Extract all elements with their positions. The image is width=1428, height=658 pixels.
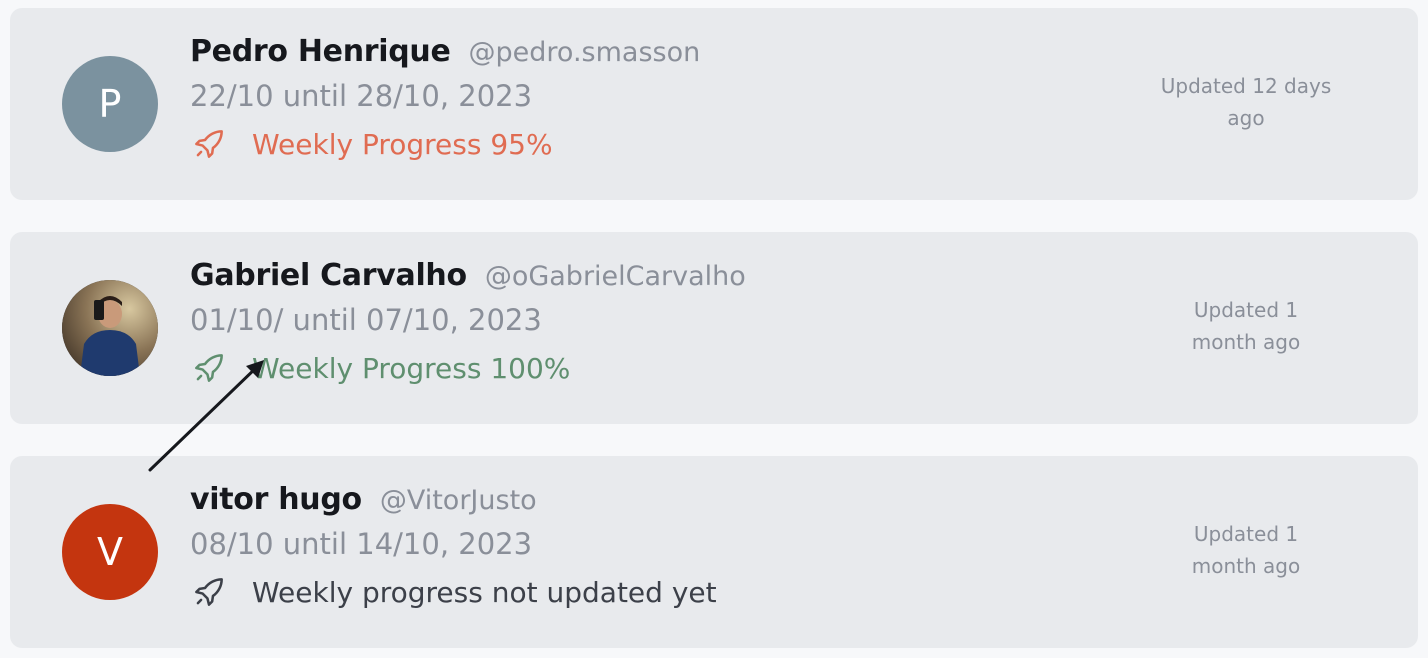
- updated-timestamp: Updated 1 month ago: [1191, 522, 1301, 578]
- rocket-icon: [195, 354, 223, 382]
- user-name: Gabriel Carvalho: [190, 258, 467, 293]
- user-handle: @oGabrielCarvalho: [484, 261, 746, 292]
- avatar-photo: [62, 280, 158, 376]
- avatar: P: [62, 56, 158, 152]
- rocket-icon: [195, 578, 223, 606]
- rocket-icon: [195, 130, 223, 158]
- user-card[interactable]: V vitor hugo @VitorJusto 08/10 until 14/…: [10, 456, 1418, 648]
- avatar-initial: V: [97, 530, 123, 574]
- weekly-progress: Weekly Progress 100%: [252, 351, 571, 385]
- updated-timestamp: Updated 1 month ago: [1191, 298, 1301, 354]
- date-range: 01/10/ until 07/10, 2023: [190, 303, 542, 337]
- user-handle: @pedro.smasson: [468, 37, 701, 68]
- avatar: V: [62, 504, 158, 600]
- date-range: 08/10 until 14/10, 2023: [190, 527, 533, 561]
- user-card[interactable]: P Pedro Henrique @pedro.smasson 22/10 un…: [10, 8, 1418, 200]
- avatar: [62, 280, 158, 376]
- avatar-initial: P: [98, 82, 122, 126]
- weekly-progress: Weekly progress not updated yet: [252, 575, 717, 609]
- date-range: 22/10 until 28/10, 2023: [190, 79, 533, 113]
- user-card[interactable]: Gabriel Carvalho @oGabrielCarvalho 01/10…: [10, 232, 1418, 424]
- updated-timestamp: Updated 12 days ago: [1160, 74, 1332, 130]
- user-handle: @VitorJusto: [379, 485, 537, 516]
- user-name: vitor hugo: [190, 482, 362, 517]
- weekly-progress: Weekly Progress 95%: [252, 127, 553, 161]
- user-name: Pedro Henrique: [190, 34, 451, 69]
